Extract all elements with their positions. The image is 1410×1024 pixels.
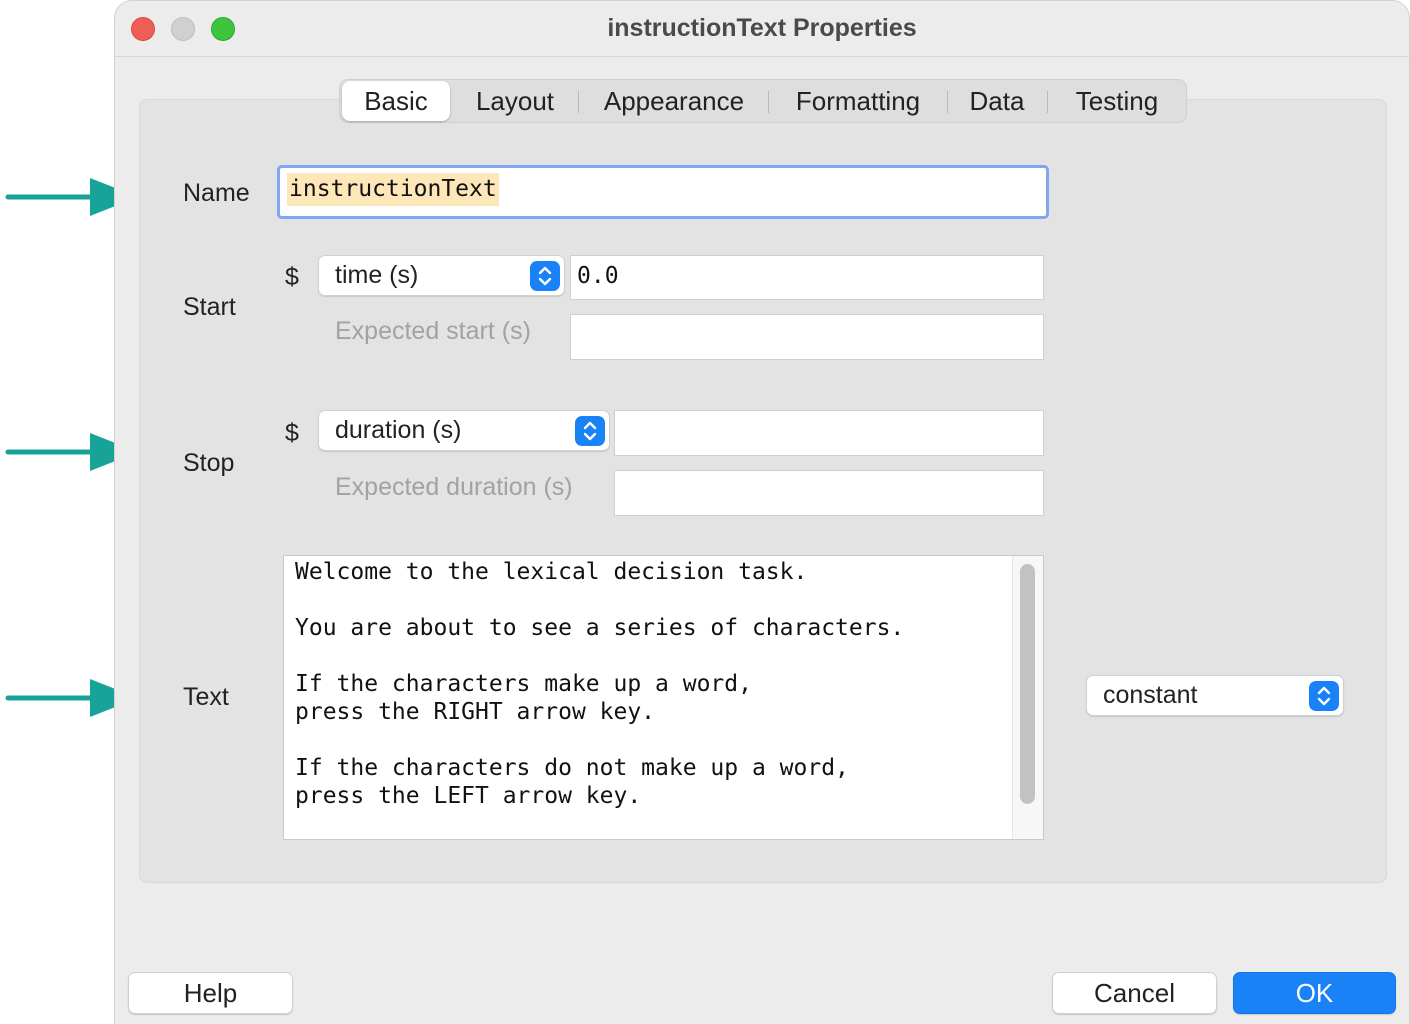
text-scrollbar-thumb[interactable] (1020, 564, 1035, 804)
tab-data[interactable]: Data (952, 80, 1042, 122)
up-down-chevron-icon (530, 261, 560, 291)
stop-label: Stop (183, 449, 235, 477)
tab-basic[interactable]: Basic (342, 81, 450, 121)
tab-separator (768, 91, 769, 113)
expected-duration-input[interactable] (614, 470, 1044, 516)
start-type-value: time (s) (335, 261, 419, 289)
window-title: instructionText Properties (607, 14, 917, 42)
stop-type-value: duration (s) (335, 416, 462, 444)
tab-bar: Basic Layout Appearance Formatting Data … (339, 79, 1187, 123)
start-code-toggle[interactable]: $ (285, 263, 299, 292)
name-input[interactable]: instructionText (277, 165, 1049, 219)
name-label: Name (183, 179, 250, 207)
text-input-value: Welcome to the lexical decision task. Yo… (295, 559, 905, 809)
tab-separator (947, 91, 948, 113)
start-type-select[interactable]: time (s) (318, 255, 565, 296)
tab-separator (1047, 91, 1048, 113)
tab-separator (578, 91, 579, 113)
tab-layout[interactable]: Layout (456, 80, 574, 122)
text-update-select[interactable]: constant (1086, 675, 1344, 716)
text-update-value: constant (1103, 681, 1198, 709)
tab-testing[interactable]: Testing (1052, 80, 1182, 122)
text-label: Text (183, 683, 229, 711)
ok-button[interactable]: OK (1233, 972, 1396, 1014)
title-bar: instructionText Properties (115, 1, 1409, 57)
start-value-input[interactable]: 0.0 (570, 255, 1044, 300)
start-label: Start (183, 293, 236, 321)
stop-type-select[interactable]: duration (s) (318, 410, 610, 451)
text-scrollbar[interactable] (1012, 556, 1043, 839)
up-down-chevron-icon (1309, 681, 1339, 711)
stop-code-toggle[interactable]: $ (285, 419, 299, 448)
tab-appearance[interactable]: Appearance (584, 80, 764, 122)
expected-start-label: Expected start (s) (335, 317, 531, 345)
name-input-value: instructionText (287, 173, 499, 206)
expected-start-input[interactable] (570, 314, 1044, 360)
help-button[interactable]: Help (128, 972, 293, 1014)
stop-value-input[interactable] (614, 410, 1044, 456)
cancel-button[interactable]: Cancel (1052, 972, 1217, 1014)
tab-formatting[interactable]: Formatting (774, 80, 942, 122)
properties-dialog: instructionText Properties Basic Layout … (114, 0, 1410, 1024)
expected-duration-label: Expected duration (s) (335, 473, 573, 501)
text-input[interactable]: Welcome to the lexical decision task. Yo… (283, 555, 1044, 840)
up-down-chevron-icon (575, 416, 605, 446)
